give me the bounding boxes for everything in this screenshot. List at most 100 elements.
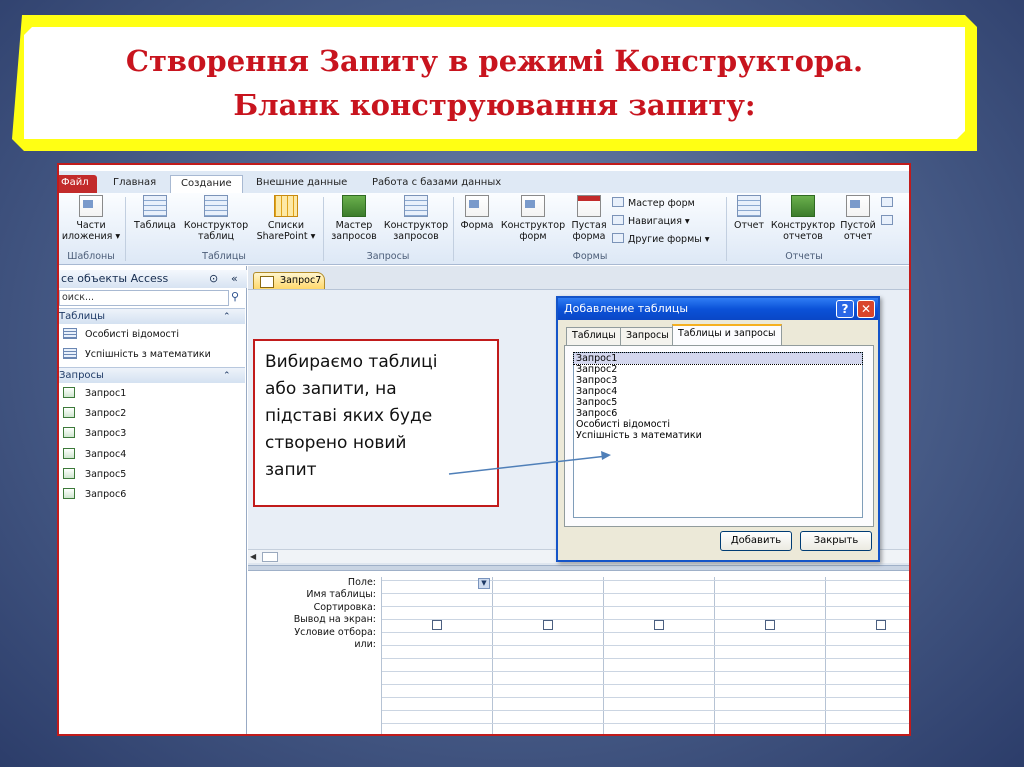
list-item[interactable]: Запрос4 [574, 386, 862, 397]
add-button[interactable]: Добавить [720, 531, 792, 551]
application-parts-label-1: Части [76, 220, 106, 231]
nav-group-tables[interactable]: Таблицы ⌃ [59, 308, 245, 324]
qbe-grid-cells[interactable]: ▼ [381, 577, 909, 734]
close-button[interactable]: Закрыть [800, 531, 872, 551]
tab-home[interactable]: Главная [113, 175, 156, 193]
blank-report-icon [846, 195, 870, 217]
tab-file[interactable]: Файл [59, 175, 97, 193]
help-button[interactable]: ? [836, 300, 854, 318]
dialog-title-bar[interactable]: Добавление таблицы [558, 298, 878, 320]
query-icon [63, 407, 75, 418]
dialog-tab-tables[interactable]: Таблицы [566, 327, 622, 345]
scroll-thumb[interactable] [262, 552, 278, 562]
dialog-tab-panel: Запрос1 Запрос2 Запрос3 Запрос4 Запрос5 … [564, 345, 874, 527]
query-icon [63, 488, 75, 499]
tab-external-data[interactable]: Внешние данные [256, 175, 347, 193]
form-button[interactable]: Форма [457, 195, 497, 231]
tables-queries-list[interactable]: Запрос1 Запрос2 Запрос3 Запрос4 Запрос5 … [573, 352, 863, 518]
search-icon[interactable]: ⚲ [231, 290, 239, 303]
dialog-tab-tables-and-queries[interactable]: Таблицы и запросы [672, 324, 782, 345]
report-label: Отчет [733, 220, 764, 231]
slide-title: Створення Запиту в режимі Конструктора. … [24, 27, 965, 139]
query-wizard-label-2: запросов [331, 231, 377, 242]
nav-item-query[interactable]: Запрос6 [63, 488, 126, 502]
collapse-group-icon[interactable]: ⌃ [223, 368, 231, 384]
nav-item-query[interactable]: Запрос4 [63, 448, 126, 462]
table-design-label-2: таблиц [198, 231, 234, 242]
query-icon [63, 448, 75, 459]
nav-group-queries[interactable]: Запросы ⌃ [59, 367, 245, 383]
dialog-tab-queries[interactable]: Запросы [620, 327, 675, 345]
qbe-label-field: Поле: [347, 577, 376, 588]
list-item[interactable]: Особисті відомості [574, 419, 862, 430]
query-design-button[interactable]: Конструктор запросов [383, 195, 449, 242]
nav-item-label: Запрос5 [85, 469, 127, 480]
collapse-pane-icon[interactable]: « [231, 270, 238, 288]
list-item[interactable]: Запрос5 [574, 397, 862, 408]
show-checkbox[interactable] [543, 620, 553, 630]
list-item[interactable]: Запрос6 [574, 408, 862, 419]
field-dropdown-icon[interactable]: ▼ [478, 578, 490, 589]
report-icon [737, 195, 761, 217]
table-design-button[interactable]: Конструктор таблиц [183, 195, 249, 242]
ribbon: Части иложения ▾ Таблица Конструктор таб… [59, 193, 909, 265]
list-item[interactable]: Запрос2 [574, 364, 862, 375]
group-label-reports: Отчеты [785, 251, 823, 262]
slide-title-line2: Бланк конструювання запиту: [233, 88, 756, 122]
labels-button[interactable] [881, 215, 897, 227]
nav-item-label: Запрос3 [85, 428, 127, 439]
tab-create[interactable]: Создание [170, 175, 243, 193]
scroll-left-icon[interactable]: ◀ [250, 552, 260, 562]
application-parts-button[interactable]: Части иложения ▾ [61, 195, 121, 242]
query-design-icon [404, 195, 428, 217]
query-icon [63, 427, 75, 438]
show-checkbox[interactable] [765, 620, 775, 630]
list-item[interactable]: Успішність з математики [574, 430, 862, 441]
blank-report-button[interactable]: Пустой отчет [837, 195, 879, 242]
chevron-down-icon[interactable]: ⊙ [209, 270, 218, 288]
report-wizard-button[interactable] [881, 197, 897, 209]
sharepoint-lists-icon [274, 195, 298, 217]
navigation-pane-title: се объекты Access [61, 272, 169, 285]
show-checkbox[interactable] [876, 620, 886, 630]
table-button[interactable]: Таблица [131, 195, 179, 231]
add-table-dialog: Добавление таблицы ? ✕ Таблицы Запросы Т… [556, 296, 880, 562]
explanation-callout: Вибираємо таблиці або запити, на підстав… [253, 339, 499, 507]
navigation-button[interactable]: Навигация ▾ [612, 215, 690, 227]
blank-form-button[interactable]: Пустая форма [567, 195, 611, 242]
list-item[interactable]: Запрос1 [573, 352, 863, 365]
dialog-title: Добавление таблицы [564, 302, 689, 315]
document-tab-query7[interactable]: Запрос7 [253, 272, 325, 289]
report-design-button[interactable]: Конструктор отчетов [769, 195, 837, 242]
sharepoint-lists-button[interactable]: Списки SharePoint ▾ [251, 195, 321, 242]
navigation-pane-header[interactable]: се объекты Access ⊙ « [59, 270, 247, 288]
table-icon [143, 195, 167, 217]
query-wizard-label-1: Мастер [335, 220, 373, 231]
qbe-label-or: или: [354, 639, 376, 651]
close-icon[interactable]: ✕ [857, 300, 875, 318]
qbe-label-sort: Сортировка: [313, 601, 376, 613]
nav-item-query[interactable]: Запрос3 [63, 427, 126, 441]
blank-report-label-2: отчет [843, 231, 873, 242]
nav-item-table[interactable]: Успішність з математики [63, 348, 211, 362]
query-design-label-1: Конструктор [383, 220, 449, 231]
show-checkbox[interactable] [654, 620, 664, 630]
report-button[interactable]: Отчет [729, 195, 769, 231]
show-checkbox[interactable] [432, 620, 442, 630]
collapse-group-icon[interactable]: ⌃ [223, 309, 231, 325]
list-item[interactable]: Запрос3 [574, 375, 862, 386]
form-wizard-button[interactable]: Мастер форм [612, 197, 695, 209]
query-wizard-button[interactable]: Мастер запросов [325, 195, 383, 242]
navigation-search-input[interactable]: оиск... [59, 290, 229, 306]
report-design-label-2: отчетов [783, 231, 823, 242]
nav-item-table[interactable]: Особисті відомості [63, 328, 179, 342]
nav-item-query[interactable]: Запрос1 [63, 387, 126, 401]
table-icon [63, 348, 77, 359]
form-design-label-1: Конструктор [500, 220, 566, 231]
other-forms-button[interactable]: Другие формы ▾ [612, 233, 710, 245]
sharepoint-label-1: Списки [267, 220, 305, 231]
form-design-button[interactable]: Конструктор форм [499, 195, 567, 242]
nav-item-query[interactable]: Запрос2 [63, 407, 126, 421]
nav-item-query[interactable]: Запрос5 [63, 468, 126, 482]
tab-database-tools[interactable]: Работа с базами данных [372, 175, 501, 193]
